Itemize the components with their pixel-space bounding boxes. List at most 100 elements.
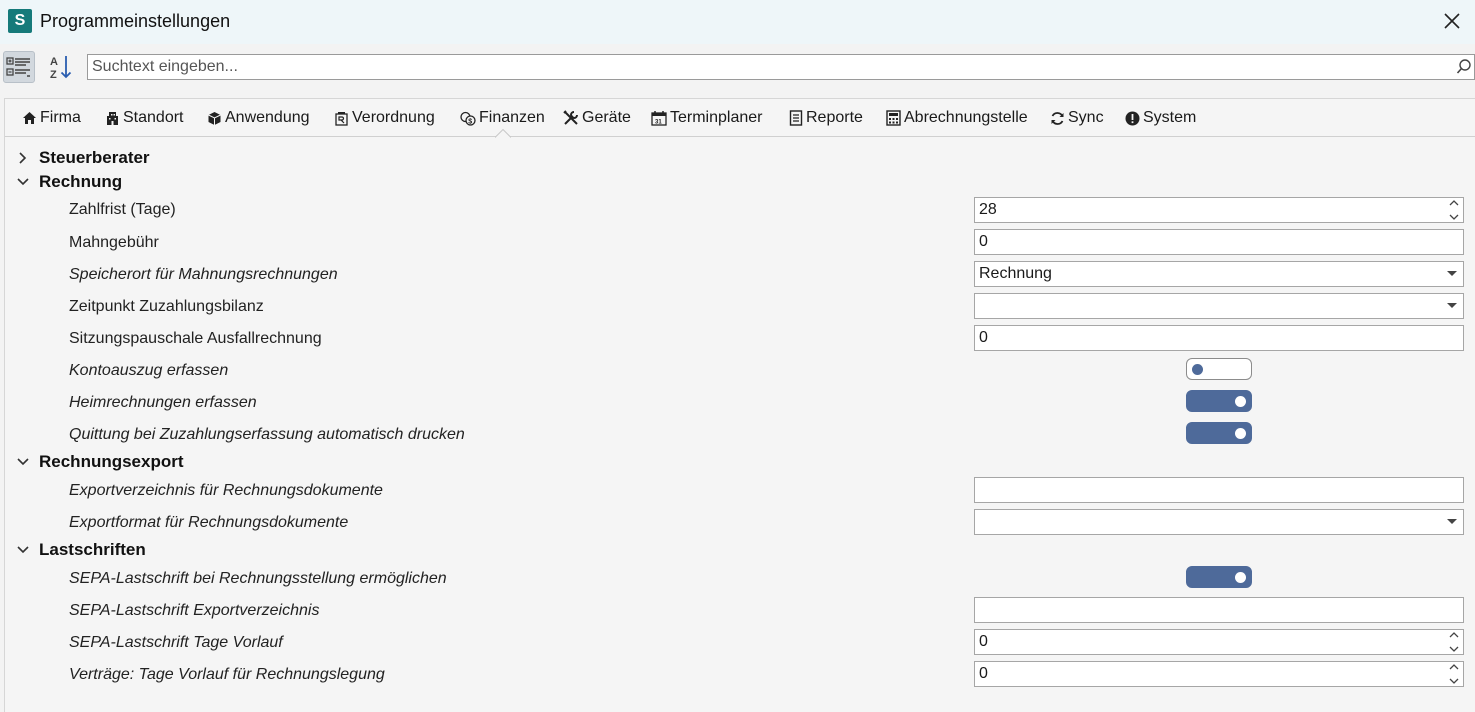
- setting-label-quittung: Quittung bei Zuzahlungserfassung automat…: [69, 426, 465, 443]
- setting-label-speicherort: Speicherort für Mahnungsrechnungen: [69, 266, 338, 283]
- group-lastschriften[interactable]: Lastschriften: [17, 538, 146, 562]
- sepa-tage-stepper[interactable]: 0: [974, 629, 1464, 655]
- tab-label: Reporte: [806, 109, 863, 126]
- tab-anwendung[interactable]: Anwendung: [207, 99, 310, 137]
- setting-label-kontoauszug: Kontoauszug erfassen: [69, 362, 229, 379]
- svg-text:Z: Z: [50, 69, 57, 81]
- tab-verordnung[interactable]: Verordnung: [334, 99, 435, 137]
- field-value: 0: [979, 633, 988, 650]
- exportverzeichnis-input[interactable]: [974, 477, 1464, 503]
- group-label: Lastschriften: [39, 540, 146, 559]
- sync-icon: [1051, 111, 1064, 125]
- zahlfrist-stepper[interactable]: 28: [974, 197, 1464, 223]
- group-label: Rechnungsexport: [39, 452, 184, 471]
- app-logo: S: [8, 9, 32, 33]
- tab-standort[interactable]: Standort: [105, 99, 183, 137]
- setting-label-sepa-tage: SEPA-Lastschrift Tage Vorlauf: [69, 634, 283, 651]
- setting-label-exportverzeichnis: Exportverzeichnis für Rechnungsdokumente: [69, 482, 383, 499]
- settings-panel: Firma Standort Anwendung Verordnung $ Fi…: [4, 98, 1475, 712]
- heimrechnungen-toggle[interactable]: [1186, 390, 1252, 412]
- setting-label-exportformat: Exportformat für Rechnungsdokumente: [69, 514, 349, 531]
- setting-label-sitzungspauschale: Sitzungspauschale Ausfallrechnung: [69, 330, 322, 347]
- close-button[interactable]: [1439, 8, 1465, 34]
- spin-down-icon: [1449, 678, 1459, 684]
- zeitpunkt-select[interactable]: [974, 293, 1464, 319]
- tab-reporte[interactable]: Reporte: [789, 99, 863, 137]
- setting-label-heimrechnungen: Heimrechnungen erfassen: [69, 394, 257, 411]
- document-icon: [789, 110, 803, 126]
- tab-label: Abrechnungstelle: [904, 109, 1028, 126]
- field-value: 0: [979, 233, 988, 250]
- tab-label: Standort: [123, 109, 184, 126]
- tab-label: Finanzen: [479, 109, 545, 126]
- window-title: Programmeinstellungen: [40, 11, 231, 31]
- dropdown-arrow-icon: [1447, 519, 1457, 524]
- home-icon: [23, 112, 36, 124]
- cube-icon: [208, 111, 221, 125]
- group-rechnung[interactable]: Rechnung: [17, 170, 122, 194]
- dropdown-arrow-icon: [1447, 303, 1457, 308]
- categorized-list-icon: [6, 57, 30, 77]
- group-label: Rechnung: [39, 172, 123, 191]
- kontoauszug-toggle[interactable]: [1186, 358, 1252, 380]
- sepa-ermoeglichen-toggle[interactable]: [1186, 566, 1252, 588]
- spin-down-icon: [1449, 646, 1459, 652]
- toggle-knob: [1235, 396, 1246, 407]
- sitzungspauschale-input[interactable]: 0: [974, 325, 1464, 351]
- tab-geraete[interactable]: Geräte: [563, 99, 631, 137]
- tab-label: Anwendung: [225, 109, 310, 126]
- setting-label-sepa-export: SEPA-Lastschrift Exportverzeichnis: [69, 602, 320, 619]
- spin-buttons[interactable]: [1449, 664, 1459, 684]
- categorized-view-button[interactable]: [3, 51, 35, 83]
- spin-buttons[interactable]: [1449, 200, 1459, 220]
- search-input[interactable]: [88, 55, 1474, 79]
- prescription-icon: [335, 111, 348, 126]
- spin-up-icon: [1449, 200, 1459, 206]
- chevron-down-icon: [17, 545, 35, 555]
- setting-label-sepa-ermoeglichen: SEPA-Lastschrift bei Rechnungsstellung e…: [69, 570, 447, 587]
- building-icon: [107, 111, 118, 125]
- active-tab-indicator: [495, 129, 511, 138]
- spin-down-icon: [1449, 214, 1459, 220]
- svg-text:$: $: [468, 118, 472, 125]
- group-label: Steuerberater: [39, 148, 150, 167]
- toggle-knob: [1192, 364, 1203, 375]
- tools-icon: [563, 110, 578, 125]
- exportformat-select[interactable]: [974, 509, 1464, 535]
- title-bar: S Programmeinstellungen: [0, 0, 1475, 44]
- sort-az-button[interactable]: A Z: [45, 51, 77, 83]
- mahngebuehr-input[interactable]: 0: [974, 229, 1464, 255]
- toolbar: A Z: [0, 44, 1475, 90]
- alert-circle-icon: [1125, 111, 1140, 125]
- search-box: [87, 54, 1475, 80]
- tab-bar: Firma Standort Anwendung Verordnung $ Fi…: [5, 99, 1475, 138]
- dropdown-arrow-icon: [1447, 271, 1457, 276]
- svg-text:31: 31: [655, 120, 662, 126]
- group-rechnungsexport[interactable]: Rechnungsexport: [17, 450, 184, 474]
- setting-label-zahlfrist: Zahlfrist (Tage): [69, 201, 176, 218]
- toggle-knob: [1235, 572, 1246, 583]
- toggle-knob: [1235, 428, 1246, 439]
- tab-firma[interactable]: Firma: [22, 99, 81, 137]
- close-icon: [1444, 13, 1460, 29]
- tab-sync[interactable]: Sync: [1050, 99, 1104, 137]
- field-value: Rechnung: [979, 265, 1052, 282]
- vertraege-tage-stepper[interactable]: 0: [974, 661, 1464, 687]
- spin-up-icon: [1449, 664, 1459, 670]
- search-icon[interactable]: [1456, 58, 1472, 81]
- chevron-right-icon: [17, 152, 35, 164]
- calculator-icon: [886, 110, 901, 126]
- field-value: 28: [979, 201, 997, 218]
- setting-label-zeitpunkt: Zeitpunkt Zuzahlungsbilanz: [69, 298, 264, 315]
- spin-buttons[interactable]: [1449, 632, 1459, 652]
- svg-text:A: A: [50, 56, 58, 68]
- sepa-export-input[interactable]: [974, 597, 1464, 623]
- speicherort-select[interactable]: Rechnung: [974, 261, 1464, 287]
- field-value: 0: [979, 329, 988, 346]
- sort-az-icon: A Z: [50, 56, 72, 81]
- tab-terminplaner[interactable]: 31 Terminplaner: [651, 99, 762, 137]
- tab-abrechnungstelle[interactable]: Abrechnungstelle: [886, 99, 1028, 137]
- group-steuerberater[interactable]: Steuerberater: [17, 146, 150, 170]
- quittung-toggle[interactable]: [1186, 422, 1252, 444]
- tab-system[interactable]: System: [1125, 99, 1196, 137]
